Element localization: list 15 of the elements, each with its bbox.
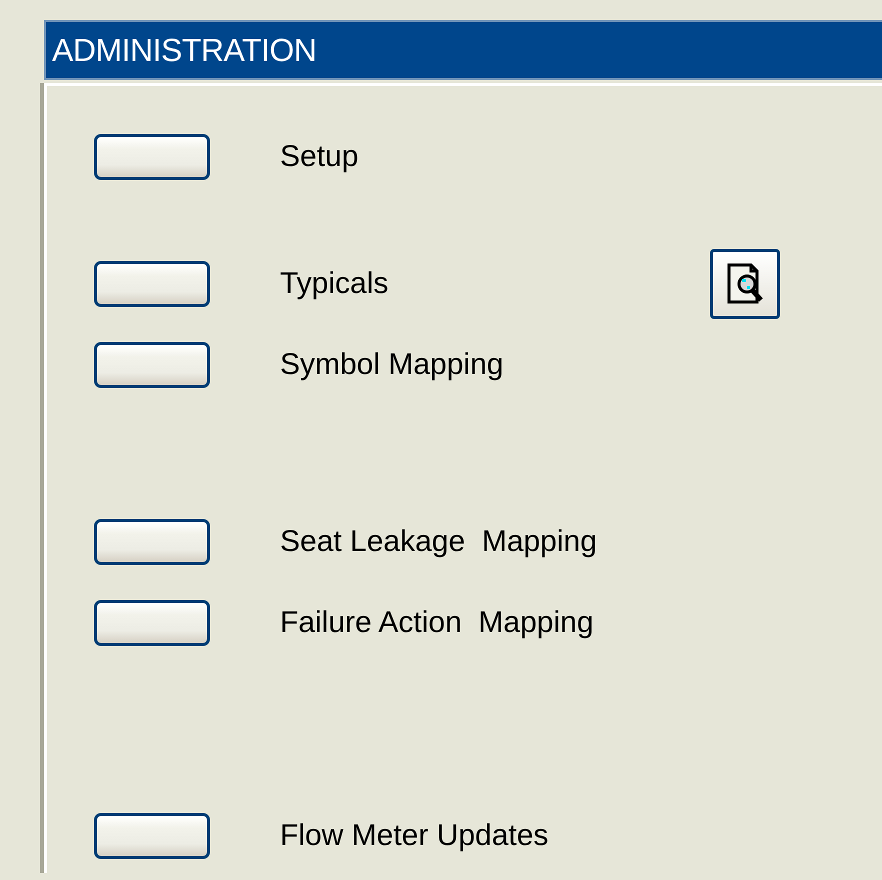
command-button[interactable]	[94, 600, 210, 646]
item-label: Failure Action Mapping	[280, 606, 595, 640]
section-header: ADMINISTRATION	[44, 20, 882, 80]
item-label: Seat Leakage Mapping	[280, 525, 598, 559]
item-label: Symbol Mapping	[280, 348, 504, 382]
command-button[interactable]	[94, 813, 210, 859]
command-button[interactable]	[94, 134, 210, 180]
command-button[interactable]	[94, 342, 210, 388]
item-label: Typicals	[280, 267, 390, 301]
document-magnifier-icon	[725, 262, 765, 306]
command-button[interactable]	[94, 519, 210, 565]
command-button[interactable]	[94, 261, 210, 307]
item-label: Setup	[280, 140, 360, 174]
item-label: Flow Meter Updates	[280, 819, 550, 853]
preview-button[interactable]	[710, 249, 780, 319]
